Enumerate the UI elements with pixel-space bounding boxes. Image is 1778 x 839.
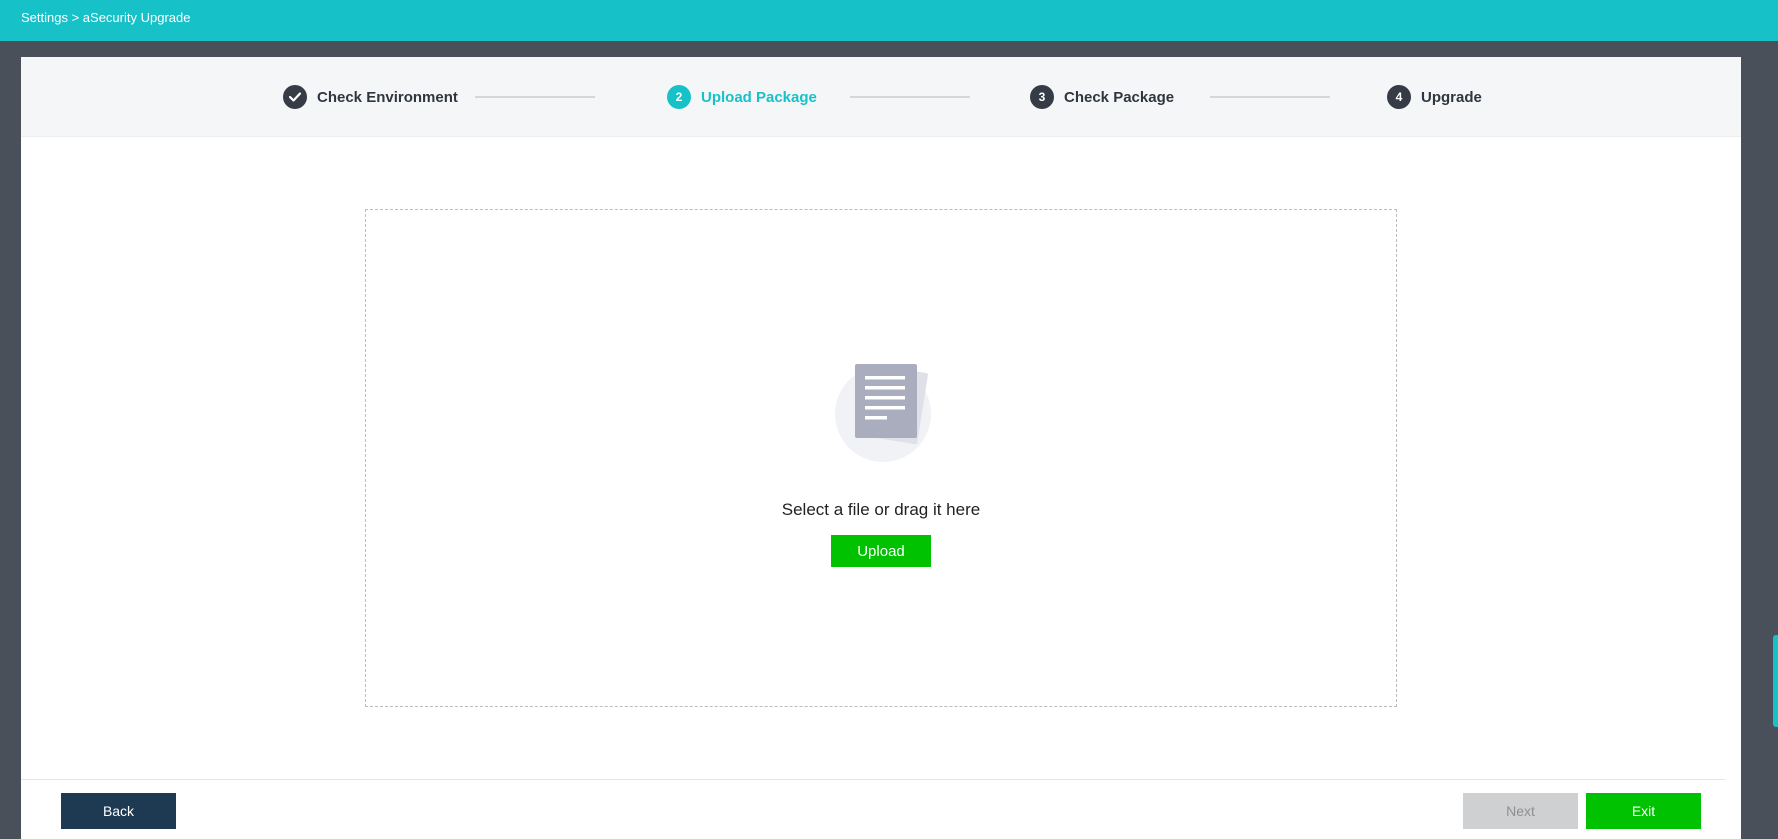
check-icon (283, 85, 307, 109)
next-button[interactable]: Next (1463, 793, 1578, 829)
step-label: Upload Package (701, 88, 817, 106)
upgrade-panel: Check Environment 2 Upload Package 3 Che… (21, 57, 1741, 839)
top-bar: Settings > aSecurity Upgrade (0, 0, 1778, 41)
step-upload-package: 2 Upload Package (667, 85, 817, 109)
step-connector (850, 96, 970, 98)
side-drawer-tab[interactable] (1773, 635, 1778, 727)
step-number: 3 (1030, 85, 1054, 109)
step-label: Check Environment (317, 88, 458, 106)
step-check-package: 3 Check Package (1030, 85, 1174, 109)
step-connector (1210, 96, 1330, 98)
step-number: 2 (667, 85, 691, 109)
upload-button[interactable]: Upload (831, 535, 931, 567)
step-label: Upgrade (1421, 88, 1482, 106)
step-label: Check Package (1064, 88, 1175, 106)
back-button[interactable]: Back (61, 793, 176, 829)
dropzone-instructions: Select a file or drag it here (781, 500, 981, 519)
document-icon (833, 352, 933, 462)
step-connector (475, 96, 595, 98)
breadcrumb: Settings > aSecurity Upgrade (21, 10, 191, 25)
file-dropzone[interactable]: Select a file or drag it here Upload (365, 209, 1397, 707)
step-progress-bar: Check Environment 2 Upload Package 3 Che… (21, 57, 1741, 137)
step-check-environment: Check Environment (283, 85, 458, 109)
exit-button[interactable]: Exit (1586, 793, 1701, 829)
step-upgrade: 4 Upgrade (1387, 85, 1482, 109)
footer-divider (21, 779, 1725, 780)
step-number: 4 (1387, 85, 1411, 109)
